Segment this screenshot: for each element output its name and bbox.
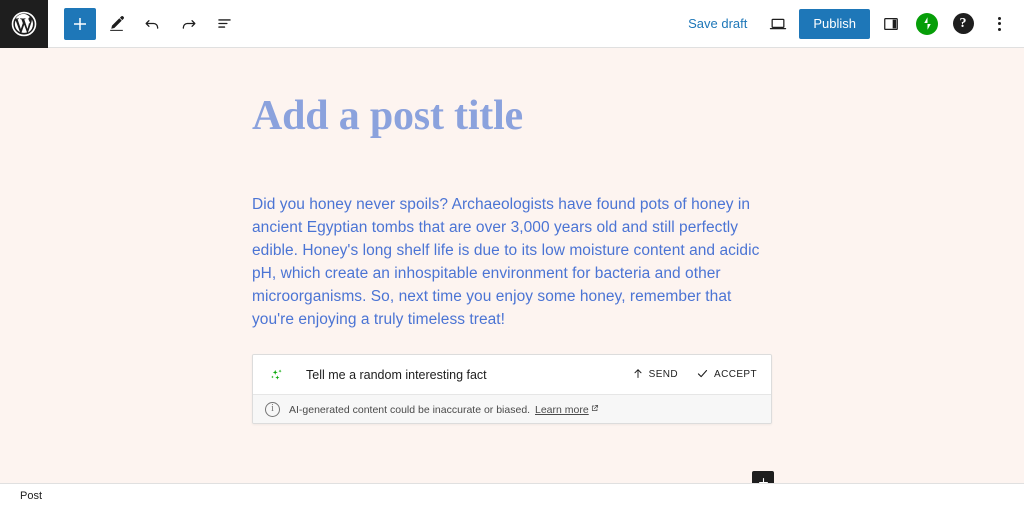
publish-button[interactable]: Publish	[799, 8, 870, 39]
jetpack-button[interactable]	[912, 9, 942, 39]
ai-disclaimer-text: AI-generated content could be inaccurate…	[289, 403, 599, 416]
editor-canvas: Add a post title Did you honey never spo…	[0, 48, 1024, 483]
more-options-button[interactable]	[984, 9, 1014, 39]
ai-prompt-row: SEND ACCEPT	[253, 355, 771, 395]
pencil-tools-button[interactable]	[100, 8, 132, 40]
wordpress-block-editor: Save draft Publish ? Add a post title Di…	[0, 0, 1024, 507]
info-circle-icon: i	[265, 401, 280, 417]
breadcrumb-post[interactable]: Post	[20, 490, 42, 502]
ai-action-buttons: SEND ACCEPT	[630, 364, 759, 386]
add-block-toggle-button[interactable]	[64, 7, 96, 40]
save-draft-button[interactable]: Save draft	[678, 10, 757, 37]
editor-bottom-bar: Post	[0, 483, 1024, 507]
ai-send-label: SEND	[648, 369, 679, 381]
ai-accept-button[interactable]: ACCEPT	[694, 364, 759, 386]
undo-arrow-button[interactable]	[136, 8, 168, 40]
post-paragraph-block[interactable]: Did you honey never spoils? Archaeologis…	[252, 193, 774, 331]
external-link-icon	[591, 403, 599, 415]
kebab-menu-icon	[997, 16, 1001, 31]
laptop-preview-button[interactable]	[763, 9, 793, 39]
document-overview-button[interactable]	[208, 8, 240, 40]
ai-send-button[interactable]: SEND	[630, 364, 680, 386]
editor-toolbar-right: Save draft Publish ?	[678, 8, 1024, 39]
ai-sparkle-icon	[265, 365, 285, 385]
ai-accept-label: ACCEPT	[714, 369, 757, 381]
checkmark-icon	[696, 367, 709, 383]
inserter-add-block-button[interactable]	[752, 471, 774, 483]
wordpress-logo-icon[interactable]	[0, 0, 48, 48]
editor-content: Add a post title Did you honey never spo…	[0, 48, 1024, 425]
ai-disclaimer-sentence: AI-generated content could be inaccurate…	[289, 403, 531, 416]
ai-assistant-block: SEND ACCEPT i	[252, 354, 772, 425]
editor-top-bar: Save draft Publish ?	[0, 0, 1024, 48]
help-button[interactable]: ?	[948, 9, 978, 39]
sidebar-panel-toggle-button[interactable]	[876, 9, 906, 39]
editor-toolbar-left	[48, 7, 240, 40]
ai-prompt-input[interactable]	[285, 367, 630, 382]
learn-more-link[interactable]: Learn more	[535, 404, 589, 416]
jetpack-bolt-icon	[916, 12, 938, 35]
redo-arrow-button[interactable]	[172, 8, 204, 40]
question-mark-icon: ?	[952, 13, 974, 34]
arrow-up-icon	[632, 367, 644, 383]
post-title-placeholder[interactable]: Add a post title	[252, 92, 984, 140]
ai-disclaimer-footer: i AI-generated content could be inaccura…	[253, 394, 771, 424]
